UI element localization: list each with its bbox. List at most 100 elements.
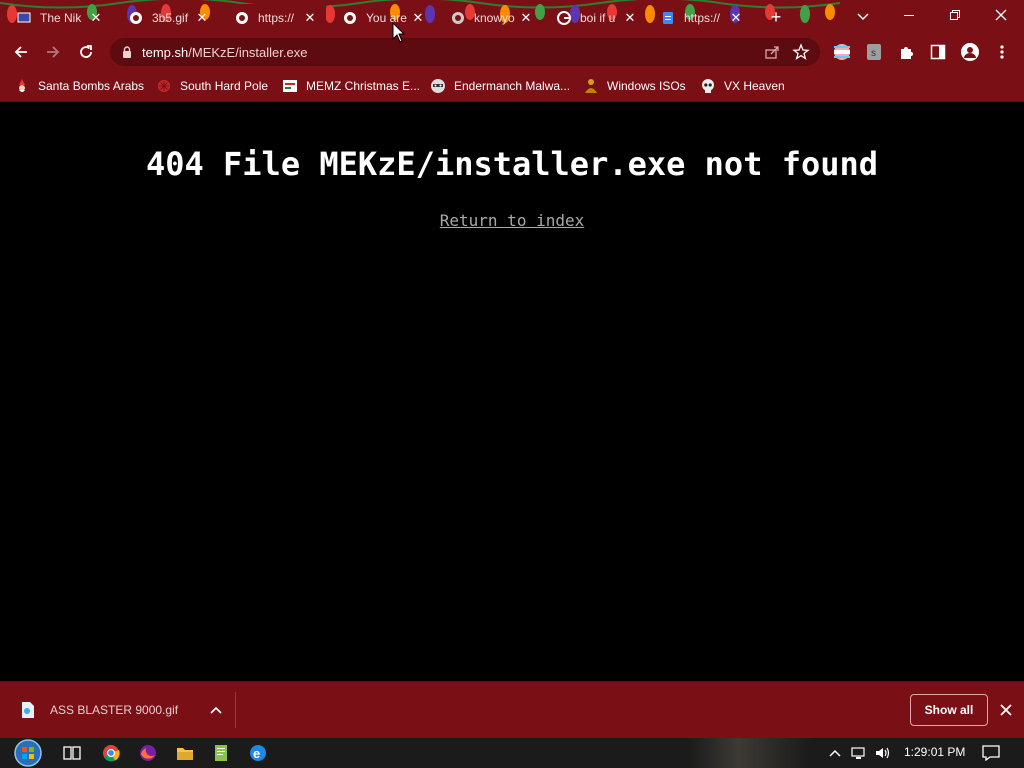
google-docs-icon [660, 10, 676, 26]
edge-icon[interactable]: e [246, 742, 270, 764]
globe-icon [234, 10, 250, 26]
menu-button[interactable] [992, 42, 1012, 62]
file-image-icon [18, 700, 38, 720]
network-icon[interactable] [850, 745, 868, 761]
task-view-icon[interactable] [60, 742, 84, 764]
back-button[interactable] [8, 40, 34, 64]
bookmark-item[interactable]: MEMZ Christmas E... [282, 76, 420, 96]
bookmark-item[interactable]: Santa Bombs Arabs [14, 76, 144, 96]
tab-item[interactable]: https:// ✕ [652, 4, 752, 32]
tab-item[interactable]: You are ✕ [334, 4, 434, 32]
globe-icon [450, 10, 466, 26]
start-orb-icon[interactable] [10, 738, 46, 768]
download-item[interactable]: ASS BLASTER 9000.gif [10, 692, 236, 728]
lock-icon[interactable] [120, 45, 134, 59]
kebab-menu-icon [1000, 45, 1004, 59]
buddha-icon [583, 78, 599, 94]
google-icon [556, 10, 572, 26]
windows-taskbar: e 1:29:01 PM [0, 738, 1024, 768]
skull-icon [700, 78, 716, 94]
bookmark-item[interactable]: South Hard Pole [156, 76, 268, 96]
file-explorer-icon[interactable] [173, 742, 197, 764]
avatar-icon [961, 43, 979, 61]
browser-toolbar: temp.sh/MEKzE/installer.exe s [0, 34, 1024, 70]
close-icon[interactable]: ✕ [728, 10, 744, 26]
extension-s-icon[interactable]: s [864, 42, 884, 62]
arrow-left-icon [14, 46, 27, 58]
volume-icon[interactable] [874, 745, 892, 761]
bookmark-label: VX Heaven [724, 79, 785, 93]
forward-button[interactable] [40, 40, 66, 64]
svg-text:s: s [871, 48, 876, 59]
browser-window: The Nik ✕ 3b5.gif ✕ https:// ✕ You are ✕ [0, 0, 1024, 768]
close-icon[interactable]: ✕ [302, 10, 318, 26]
tab-item[interactable]: boi if u ✕ [548, 4, 646, 32]
error-heading: 404 File MEKzE/installer.exe not found [145, 145, 879, 183]
restore-button[interactable] [932, 0, 978, 30]
share-icon[interactable] [764, 44, 780, 60]
tab-title: https:// [684, 11, 721, 25]
bookmark-label: Santa Bombs Arabs [38, 79, 145, 93]
download-shelf: ASS BLASTER 9000.gif Show all [0, 681, 1024, 738]
tab-item[interactable]: The Nik ✕ [8, 4, 112, 32]
system-clock[interactable]: 1:29:01 PM [904, 745, 965, 759]
tab-item[interactable]: knowyo ✕ [442, 4, 542, 32]
memz-icon [282, 78, 298, 94]
close-window-button[interactable] [978, 0, 1024, 30]
url-host: temp.sh [142, 44, 189, 60]
tab-item-active[interactable]: https:// ✕ [226, 4, 326, 32]
show-all-downloads-button[interactable]: Show all [910, 694, 988, 726]
tab-title: 3b5.gif [152, 11, 189, 25]
close-icon[interactable]: ✕ [518, 10, 534, 26]
firefox-icon[interactable] [136, 742, 160, 764]
side-panel-icon[interactable] [928, 42, 948, 62]
close-icon[interactable]: ✕ [410, 10, 426, 26]
close-icon[interactable]: ✕ [194, 10, 210, 26]
bookmark-label: Endermanch Malwa... [454, 79, 571, 93]
return-link-container: Return to index [0, 211, 1024, 230]
tab-item[interactable]: 3b5.gif ✕ [120, 4, 218, 32]
close-download-shelf-button[interactable] [996, 700, 1016, 720]
raccoon-icon [430, 78, 446, 94]
santa-icon [14, 78, 30, 94]
notifications-icon[interactable] [982, 745, 1000, 761]
url-text[interactable]: temp.sh/MEKzE/installer.exe [142, 45, 307, 60]
close-icon [1000, 704, 1012, 716]
minimize-icon [904, 15, 914, 16]
url-path: /MEKzE/installer.exe [188, 44, 308, 60]
restore-icon [950, 10, 960, 20]
chrome-icon[interactable] [99, 742, 123, 764]
extension-flag-icon[interactable] [832, 42, 852, 62]
address-bar[interactable]: temp.sh/MEKzE/installer.exe [110, 38, 820, 66]
close-icon[interactable]: ✕ [88, 10, 104, 26]
bookmarks-bar: Santa Bombs Arabs South Hard Pole MEMZ C… [0, 70, 1024, 102]
tab-title: https:// [258, 11, 295, 25]
tab-title: The Nik [40, 11, 82, 25]
bookmark-item[interactable]: Windows ISOs [583, 76, 686, 96]
globe-icon [342, 10, 358, 26]
minimize-button[interactable] [886, 0, 932, 30]
tray-chevron-up-icon[interactable] [826, 745, 844, 761]
new-tab-button[interactable]: + [766, 7, 786, 27]
globe-icon [128, 10, 144, 26]
bookmark-item[interactable]: Endermanch Malwa... [430, 76, 570, 96]
return-to-index-link[interactable]: Return to index [440, 211, 585, 230]
close-icon[interactable]: ✕ [622, 10, 638, 26]
bookmark-item[interactable]: VX Heaven [700, 76, 785, 96]
tab-strip: The Nik ✕ 3b5.gif ✕ https:// ✕ You are ✕ [0, 0, 1024, 34]
snowflake-icon [156, 78, 172, 94]
tv-icon [16, 10, 32, 26]
tab-search-button[interactable] [852, 6, 874, 28]
download-options-button[interactable] [205, 706, 227, 714]
reload-icon [80, 45, 92, 58]
extensions-puzzle-icon[interactable] [896, 42, 916, 62]
close-icon [995, 9, 1007, 21]
svg-text:e: e [253, 746, 260, 761]
arrow-right-icon [47, 46, 60, 58]
bookmark-label: Windows ISOs [607, 79, 686, 93]
notepad-icon[interactable] [209, 742, 233, 764]
bookmark-label: South Hard Pole [180, 79, 269, 93]
reload-button[interactable] [73, 40, 99, 64]
profile-avatar[interactable] [960, 42, 980, 62]
bookmark-star-icon[interactable] [792, 43, 810, 61]
